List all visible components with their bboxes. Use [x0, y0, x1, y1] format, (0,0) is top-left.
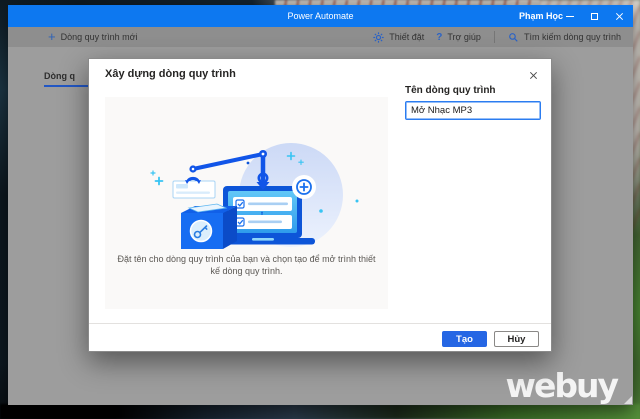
minimize-icon: [565, 15, 574, 17]
dialog-footer-divider: [89, 323, 551, 324]
resize-grip[interactable]: [624, 396, 632, 404]
new-flow-button[interactable]: + Dòng quy trình mới: [44, 27, 142, 47]
maximize-icon: [591, 12, 598, 20]
close-button[interactable]: [612, 9, 627, 24]
illustration-caption: Đặt tên cho dòng quy trình của bạn và ch…: [117, 254, 376, 277]
plus-icon: +: [48, 28, 56, 44]
help-button[interactable]: ? Trợ giúp: [432, 27, 485, 47]
toolbar: + Dòng quy trình mới Thiết đặt ? Trợ giú…: [8, 27, 633, 47]
dialog-title: Xây dựng dòng quy trình: [105, 68, 236, 80]
flow-name-label: Tên dòng quy trình: [405, 85, 496, 96]
webuy-watermark: webuy: [505, 366, 619, 405]
settings-label: Thiết đặt: [389, 32, 425, 42]
new-flow-label: Dòng quy trình mới: [60, 32, 138, 42]
create-button[interactable]: Tạo: [442, 331, 487, 347]
dialog-buttons: Tạo Hủy: [442, 331, 539, 347]
illustration-panel: Đặt tên cho dòng quy trình của bạn và ch…: [105, 97, 388, 309]
close-icon: [615, 12, 624, 21]
gear-icon: [373, 31, 384, 43]
settings-button[interactable]: Thiết đặt: [369, 27, 428, 47]
user-name[interactable]: Phạm Học: [519, 5, 563, 27]
maximize-button[interactable]: [587, 9, 602, 24]
toolbar-divider: [493, 31, 495, 43]
close-icon: [529, 71, 538, 80]
minimize-button[interactable]: [562, 9, 577, 24]
search-label: Tìm kiếm dòng quy trình: [523, 32, 621, 42]
window-controls: [562, 5, 627, 27]
cancel-button[interactable]: Hủy: [494, 331, 539, 347]
flow-illustration: [150, 143, 359, 249]
titlebar: Power Automate Phạm Học: [8, 5, 633, 27]
flow-name-input[interactable]: [405, 101, 541, 120]
toolbar-right: Thiết đặt ? Trợ giúp Tìm kiếm dòng quy t…: [369, 27, 625, 47]
search-icon: [509, 32, 518, 42]
desktop: Power Automate Phạm Học + Dòng quy trình…: [0, 0, 640, 419]
build-flow-dialog: Xây dựng dòng quy trình Đặt tên cho dòng…: [88, 58, 552, 352]
dialog-close-button[interactable]: [525, 67, 541, 83]
help-label: Trợ giúp: [447, 32, 481, 42]
wallpaper-bottom: [0, 404, 640, 419]
search-flows-button[interactable]: Tìm kiếm dòng quy trình: [504, 27, 625, 47]
help-icon: ?: [436, 31, 443, 43]
